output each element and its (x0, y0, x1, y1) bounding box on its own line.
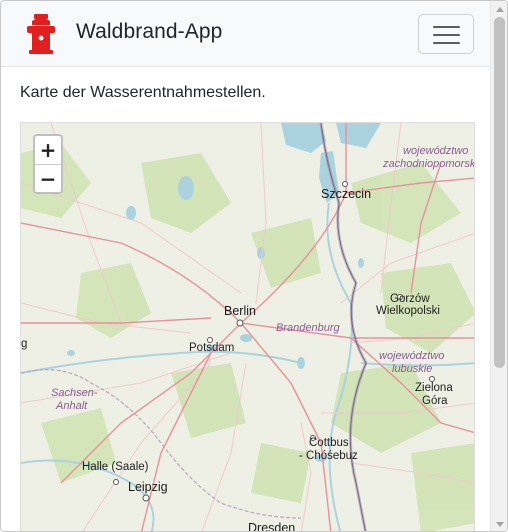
map-label-gorzow-line2: Wielkopolski (376, 305, 440, 317)
page-scrollbar[interactable] (490, 1, 507, 531)
brand-title[interactable]: Waldbrand-App (76, 20, 222, 44)
map-label-brandenburg: Brandenburg (276, 322, 340, 334)
navbar-toggler-button[interactable] (418, 14, 474, 54)
map-label-dresden: Dresden (248, 521, 296, 532)
map-label-halle: Halle (Saale) (82, 461, 149, 473)
map-label-gorzow-line1: Gorzów (390, 293, 430, 305)
map-label-wz-line1: województwo (403, 145, 469, 157)
zoom-in-button[interactable]: + (35, 136, 61, 165)
intro-text: Karte der Wasserentnahmestellen. (20, 84, 266, 101)
map-view[interactable]: Szczecin Berlin Potsdam Brandenburg woje… (20, 122, 475, 532)
map-label-potsdam: Potsdam (189, 342, 235, 354)
map-label-sachsen-line1: Sachsen- (51, 387, 98, 399)
map-label-edge: g (21, 338, 28, 350)
scroll-down-arrow-icon[interactable] (496, 522, 504, 527)
map-label-leipzig: Leipzig (128, 480, 168, 494)
map-label-cottbus-line2: - Chóśebuz (299, 450, 358, 462)
map-label-wl-line2: lubuskie (392, 363, 433, 375)
map-label-wl-line1: województwo (379, 350, 445, 362)
scroll-up-arrow-icon[interactable] (496, 7, 504, 12)
scrollbar-thumb[interactable] (494, 17, 505, 368)
map-label-zielona-line2: Góra (422, 395, 448, 407)
browser-window: Waldbrand-App Karte der Wasserentnahmest… (0, 0, 508, 532)
fire-hydrant-icon[interactable] (24, 13, 58, 55)
map-label-zielona-line1: Zielona (415, 382, 453, 394)
map-label-szczecin: Szczecin (321, 187, 372, 201)
zoom-out-button[interactable]: − (35, 165, 61, 192)
zoom-control: + − (33, 134, 63, 194)
navbar: Waldbrand-App (1, 1, 490, 67)
map-label-sachsen-line2: Anhalt (56, 400, 88, 412)
map-label-cottbus-line1: Cottbus (309, 437, 349, 449)
map-label-wz-line2: zachodniopomorsk (383, 158, 475, 170)
map-label-berlin: Berlin (224, 304, 256, 318)
